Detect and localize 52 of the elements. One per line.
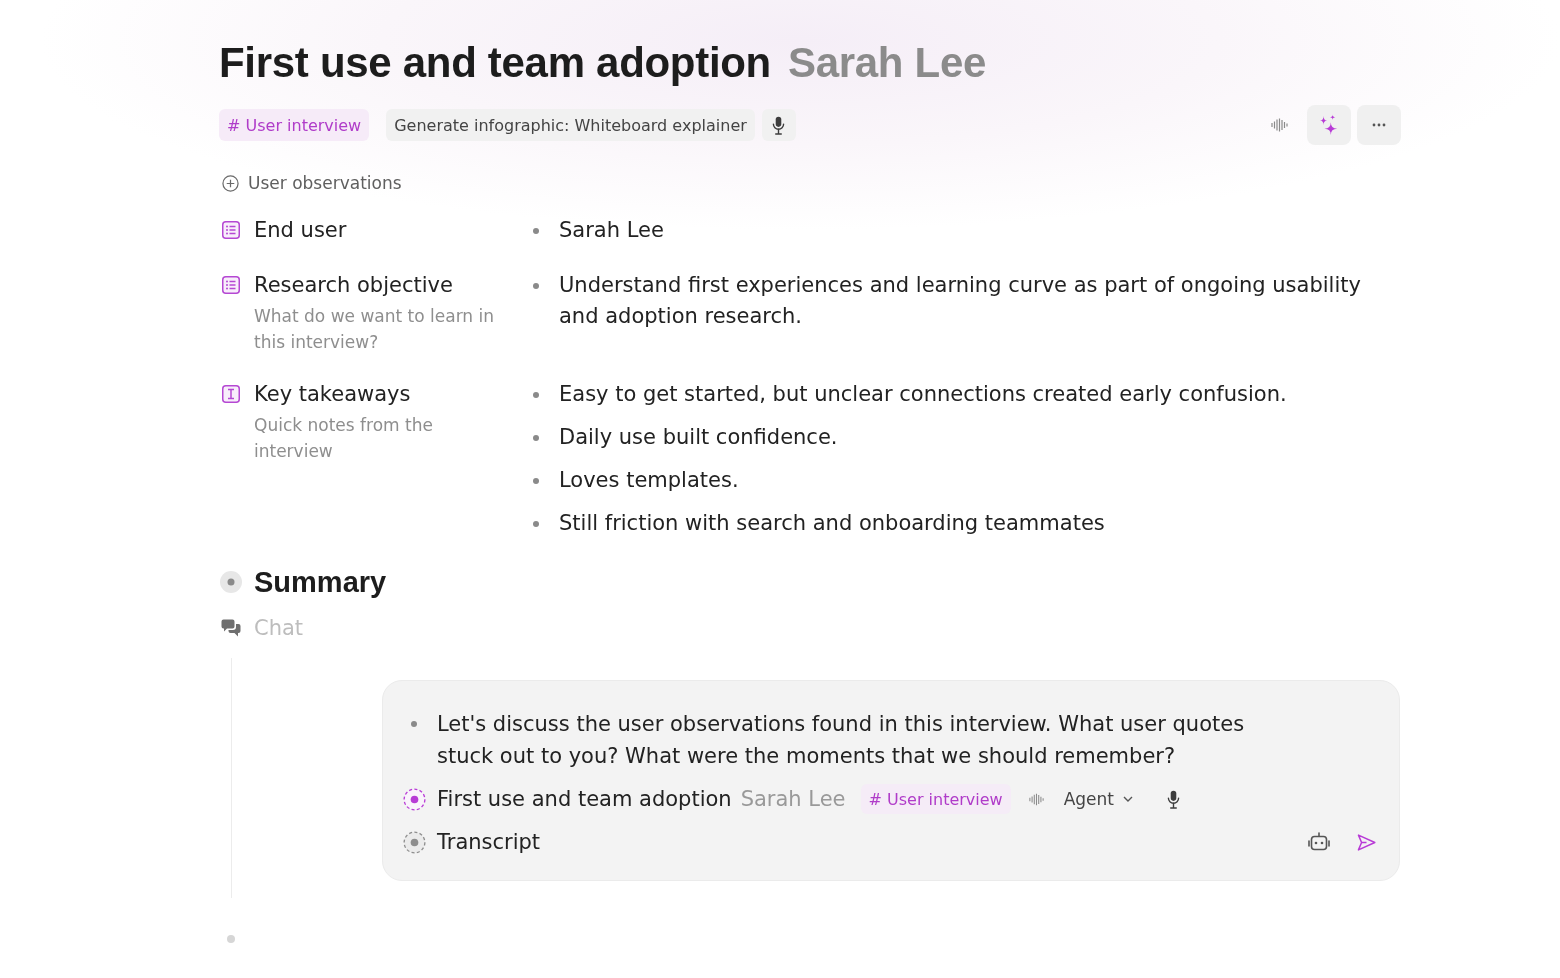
property-description: What do we want to learn in this interview? [254,305,496,354]
property-value: Easy to get started, but unclear connections created early confusion. [559,381,1287,408]
property-value: Sarah Lee [559,217,664,244]
section-heading: Chat [254,615,304,642]
context-radio-icon[interactable] [403,787,426,811]
send-icon[interactable] [1357,833,1376,851]
generate-button[interactable]: Generate infographic: Whiteboard explainer [386,109,755,141]
list-icon [222,221,240,239]
add-section-button[interactable]: User observations [219,171,402,195]
agent-dropdown[interactable]: Agent [1063,789,1133,809]
property-value: Daily use built confidence. [559,424,838,451]
property-value: Understand first experiences and learning curve as part of ongoing usability and adoption research. [559,272,1362,330]
more-icon [1372,123,1386,127]
bullet-icon [533,520,539,527]
waveform-icon[interactable] [1028,792,1044,806]
property-value: Still friction with search and onboarding teammates [559,510,1105,537]
bullet-icon [411,721,417,727]
mic-button[interactable] [761,109,796,141]
chat-bubbles-icon [221,619,241,637]
property-value: Loves templates. [559,467,739,494]
bullet-icon [533,227,539,234]
ai-button[interactable] [1307,105,1351,145]
context-radio-icon[interactable] [403,830,426,854]
summary-bullet-icon [220,571,242,593]
property-label: Key takeaways [254,381,412,408]
chat-input-field[interactable] [382,680,1400,881]
plus-circle-icon [222,174,239,192]
property-label: End user [254,217,348,244]
chevron-down-icon [1123,796,1133,802]
property-description: Quick notes from the interview [254,414,434,463]
robot-icon[interactable] [1308,832,1330,852]
list-icon [222,276,240,294]
mic-icon [772,115,786,135]
text-field-icon [222,385,240,403]
tag-link[interactable]: # User interview [219,109,370,141]
tag-link[interactable]: # User interview [860,784,1011,814]
section-heading: Summary [254,565,387,600]
bullet-icon [533,434,539,441]
empty-bullet-icon [227,935,235,943]
property-label: Research objective [254,272,454,299]
context-author: Sarah Lee [740,787,846,811]
author-name: Sarah Lee [787,38,987,88]
bullet-icon [533,391,539,398]
context-title: Transcript [437,830,541,854]
message-text: Let's discuss the user observations found in this interview. What user quotes stuck out to you? What were the moments that we should remember? [437,711,1246,770]
bullet-icon [533,282,539,289]
waveform-icon[interactable] [1271,118,1288,132]
sparkle-icon [1319,114,1339,136]
mic-icon[interactable] [1167,789,1180,809]
page-title: First use and team adoption [219,38,771,88]
context-title: First use and team adoption [437,787,732,811]
bullet-icon [533,477,539,484]
